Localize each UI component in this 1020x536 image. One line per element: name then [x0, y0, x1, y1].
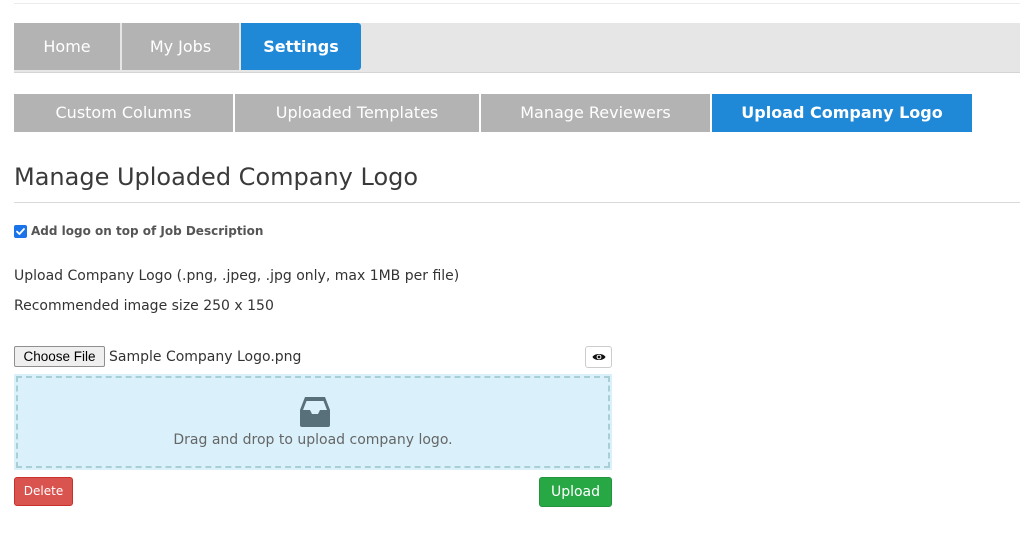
logo-dropzone[interactable]: Drag and drop to upload company logo.: [14, 374, 612, 470]
subtab-uploaded-templates[interactable]: Uploaded Templates: [235, 94, 479, 132]
choose-file-button[interactable]: Choose File: [14, 346, 105, 367]
top-divider: [14, 3, 1020, 4]
tab-home[interactable]: Home: [14, 23, 120, 70]
upload-requirements-text: Upload Company Logo (.png, .jpeg, .jpg o…: [14, 268, 460, 284]
add-logo-label: Add logo on top of Job Description: [31, 224, 264, 238]
dropzone-text: Drag and drop to upload company logo.: [173, 432, 453, 448]
add-logo-checkbox[interactable]: [14, 224, 27, 238]
delete-button[interactable]: Delete: [14, 477, 73, 506]
recommended-size-text: Recommended image size 250 x 150: [14, 298, 274, 314]
subtab-custom-columns[interactable]: Custom Columns: [14, 94, 233, 132]
subtab-upload-company-logo[interactable]: Upload Company Logo: [712, 94, 972, 132]
title-divider: [14, 202, 1020, 203]
subtab-manage-reviewers[interactable]: Manage Reviewers: [481, 94, 710, 132]
tab-my-jobs[interactable]: My Jobs: [122, 23, 239, 70]
eye-icon: [592, 354, 605, 360]
add-logo-option[interactable]: Add logo on top of Job Description: [14, 223, 263, 239]
checkmark-icon: [16, 227, 25, 235]
inbox-icon: [300, 397, 330, 427]
page-title: Manage Uploaded Company Logo: [14, 163, 419, 191]
tab-settings[interactable]: Settings: [241, 23, 361, 70]
main-nav: Home My Jobs Settings: [14, 23, 1020, 73]
selected-file-name: Sample Company Logo.png: [109, 349, 302, 365]
dropzone-border: Drag and drop to upload company logo.: [16, 376, 610, 468]
upload-button[interactable]: Upload: [539, 477, 612, 507]
preview-button[interactable]: [585, 346, 612, 368]
